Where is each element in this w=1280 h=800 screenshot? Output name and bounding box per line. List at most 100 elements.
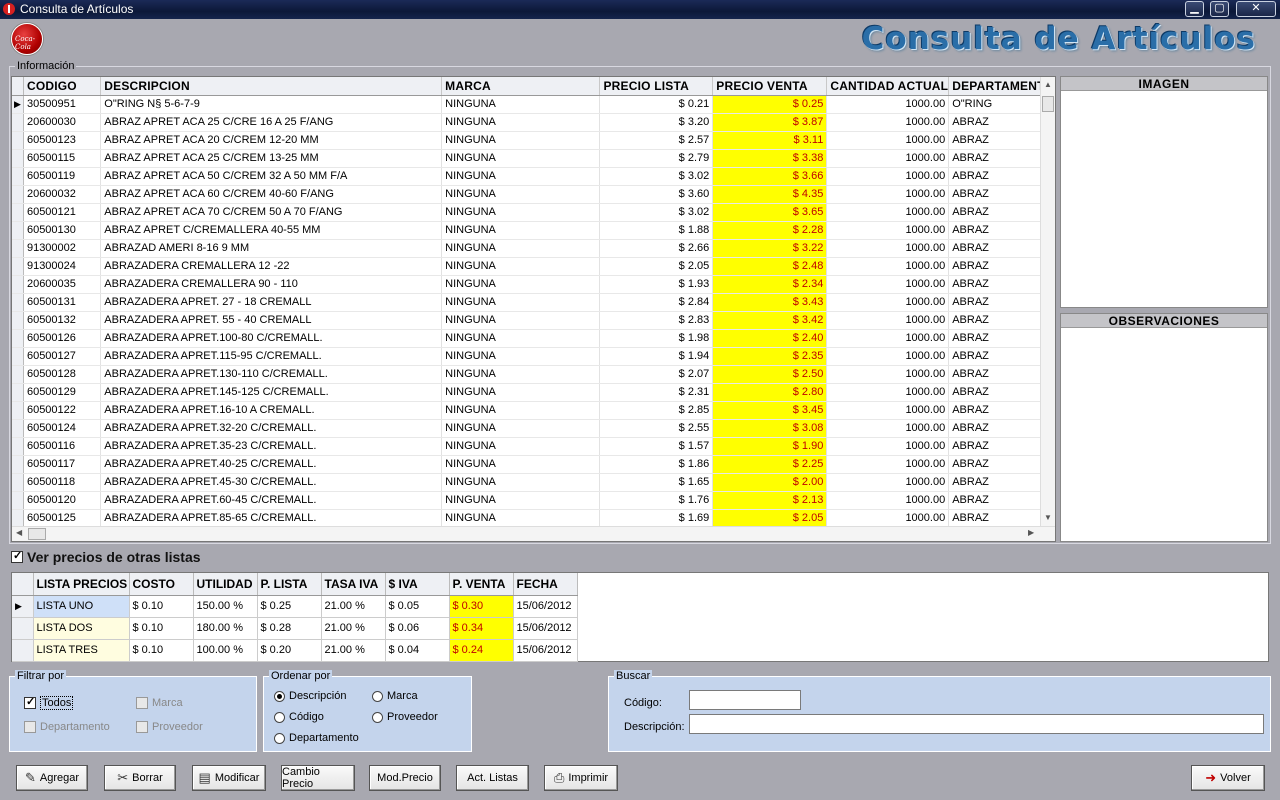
- row-header[interactable]: [12, 639, 34, 662]
- pl-cell[interactable]: 21.00 %: [321, 617, 386, 640]
- price-lists-grid[interactable]: LISTA PRECIOS COSTO UTILIDAD P. LISTA TASA I…: [11, 572, 1269, 662]
- pl-cell[interactable]: $ 0.34: [449, 617, 514, 640]
- cell-departamento[interactable]: ABRAZ: [948, 455, 1055, 474]
- cell-precio-lista[interactable]: $ 1.98: [599, 329, 714, 348]
- cell-departamento[interactable]: ABRAZ: [948, 365, 1055, 384]
- articles-grid[interactable]: CODIGO DESCRIPCION MARCA PRECIO LISTA PRECIO…: [11, 76, 1056, 542]
- cell-departamento[interactable]: ABRAZ: [948, 257, 1055, 276]
- pl-col-header[interactable]: COSTO: [129, 573, 194, 596]
- cell-precio-venta[interactable]: $ 3.43: [712, 293, 828, 312]
- current-row-indicator-icon[interactable]: ▶: [12, 595, 34, 618]
- cell-precio-venta[interactable]: $ 3.87: [712, 113, 828, 132]
- cell-precio-venta[interactable]: $ 2.48: [712, 257, 828, 276]
- table-row[interactable]: 60500125 ABRAZADERA APRET.85-65 C/CREMALL…: [12, 509, 1055, 528]
- table-row[interactable]: 60500118 ABRAZADERA APRET.45-30 C/CREMALL…: [12, 473, 1055, 492]
- pl-col-header[interactable]: UTILIDAD: [193, 573, 258, 596]
- cell-descripcion[interactable]: ABRAZADERA APRET. 55 - 40 CREMALL: [100, 311, 443, 330]
- table-row[interactable]: 20600032 ABRAZ APRET ACA 60 C/CREM 40-60 …: [12, 185, 1055, 204]
- cell-precio-venta[interactable]: $ 2.05: [712, 509, 828, 528]
- table-row[interactable]: ▶ 30500951 O"RING N§ 5-6-7-9 NINGUNA $ 0.21 $…: [12, 95, 1055, 114]
- scroll-down-icon[interactable]: ▼: [1044, 513, 1052, 522]
- cell-descripcion[interactable]: ABRAZADERA APRET. 27 - 18 CREMALL: [100, 293, 443, 312]
- cell-departamento[interactable]: ABRAZ: [948, 473, 1055, 492]
- table-row[interactable]: 60500127 ABRAZADERA APRET.115-95 C/CREMAL…: [12, 347, 1055, 366]
- col-header-codigo[interactable]: CODIGO: [23, 77, 102, 96]
- scroll-left-icon[interactable]: ◀: [16, 528, 22, 537]
- cell-codigo[interactable]: 60500121: [23, 203, 102, 222]
- row-header[interactable]: [12, 311, 24, 330]
- cell-descripcion[interactable]: ABRAZADERA CREMALLERA 12 -22: [100, 257, 443, 276]
- cell-codigo[interactable]: 60500122: [23, 401, 102, 420]
- cell-cantidad-actual[interactable]: 1000.00: [826, 95, 950, 114]
- cell-precio-venta[interactable]: $ 2.25: [712, 455, 828, 474]
- cell-cantidad-actual[interactable]: 1000.00: [826, 473, 950, 492]
- row-header[interactable]: [12, 437, 24, 456]
- pl-cell[interactable]: 15/06/2012: [513, 639, 578, 662]
- cell-descripcion[interactable]: ABRAZADERA APRET.35-23 C/CREMALL.: [100, 437, 443, 456]
- table-row[interactable]: 91300002 ABRAZAD AMERI 8-16 9 MM NINGUNA $ …: [12, 239, 1055, 258]
- table-row[interactable]: 60500122 ABRAZADERA APRET.16-10 A CREMALL…: [12, 401, 1055, 420]
- cell-precio-lista[interactable]: $ 0.21: [599, 95, 714, 114]
- cell-precio-venta[interactable]: $ 3.38: [712, 149, 828, 168]
- cell-marca[interactable]: NINGUNA: [441, 293, 601, 312]
- cell-precio-lista[interactable]: $ 1.86: [599, 455, 714, 474]
- pl-cell[interactable]: LISTA UNO: [33, 595, 130, 618]
- cell-descripcion[interactable]: ABRAZADERA APRET.60-45 C/CREMALL.: [100, 491, 443, 510]
- cell-descripcion[interactable]: ABRAZADERA APRET.85-65 C/CREMALL.: [100, 509, 443, 528]
- table-row[interactable]: 60500124 ABRAZADERA APRET.32-20 C/CREMALL…: [12, 419, 1055, 438]
- cell-departamento[interactable]: ABRAZ: [948, 293, 1055, 312]
- table-row[interactable]: 20600030 ABRAZ APRET ACA 25 C/CRE 16 A 25…: [12, 113, 1055, 132]
- cell-codigo[interactable]: 60500129: [23, 383, 102, 402]
- cell-precio-lista[interactable]: $ 1.76: [599, 491, 714, 510]
- cell-departamento[interactable]: ABRAZ: [948, 383, 1055, 402]
- cell-cantidad-actual[interactable]: 1000.00: [826, 185, 950, 204]
- cell-cantidad-actual[interactable]: 1000.00: [826, 365, 950, 384]
- col-header-descripcion[interactable]: DESCRIPCION: [100, 77, 443, 96]
- pl-cell[interactable]: $ 0.10: [129, 617, 194, 640]
- cell-precio-venta[interactable]: $ 4.35: [712, 185, 828, 204]
- cell-precio-lista[interactable]: $ 2.55: [599, 419, 714, 438]
- cell-departamento[interactable]: ABRAZ: [948, 113, 1055, 132]
- table-row[interactable]: 20600035 ABRAZADERA CREMALLERA 90 - 110 NI…: [12, 275, 1055, 294]
- descripcion-input[interactable]: [689, 714, 1264, 734]
- cell-cantidad-actual[interactable]: 1000.00: [826, 221, 950, 240]
- cell-marca[interactable]: NINGUNA: [441, 113, 601, 132]
- row-header[interactable]: [12, 419, 24, 438]
- row-header[interactable]: [12, 203, 24, 222]
- cell-codigo[interactable]: 60500117: [23, 455, 102, 474]
- cell-codigo[interactable]: 20600035: [23, 275, 102, 294]
- cell-cantidad-actual[interactable]: 1000.00: [826, 419, 950, 438]
- price-list-row[interactable]: LISTA TRES $ 0.10 100.00 % $ 0.20 21.00 % $ 0…: [12, 639, 578, 662]
- cell-cantidad-actual[interactable]: 1000.00: [826, 491, 950, 510]
- cambio-precio-button[interactable]: Cambio Precio: [281, 765, 355, 791]
- cell-precio-venta[interactable]: $ 3.22: [712, 239, 828, 258]
- pl-cell[interactable]: $ 0.28: [257, 617, 322, 640]
- cell-descripcion[interactable]: ABRAZ APRET C/CREMALLERA 40-55 MM: [100, 221, 443, 240]
- table-row[interactable]: 60500131 ABRAZADERA APRET. 27 - 18 CREMAL…: [12, 293, 1055, 312]
- cell-cantidad-actual[interactable]: 1000.00: [826, 455, 950, 474]
- scroll-up-icon[interactable]: ▲: [1044, 80, 1052, 89]
- row-header[interactable]: [12, 455, 24, 474]
- cell-cantidad-actual[interactable]: 1000.00: [826, 167, 950, 186]
- cell-cantidad-actual[interactable]: 1000.00: [826, 509, 950, 528]
- cell-departamento[interactable]: ABRAZ: [948, 185, 1055, 204]
- cell-precio-lista[interactable]: $ 3.60: [599, 185, 714, 204]
- cell-precio-venta[interactable]: $ 2.28: [712, 221, 828, 240]
- grid-vertical-scrollbar[interactable]: ▲ ▼: [1040, 77, 1055, 527]
- cell-marca[interactable]: NINGUNA: [441, 437, 601, 456]
- table-row[interactable]: 60500130 ABRAZ APRET C/CREMALLERA 40-55 M…: [12, 221, 1055, 240]
- cell-precio-venta[interactable]: $ 2.00: [712, 473, 828, 492]
- cell-departamento[interactable]: ABRAZ: [948, 437, 1055, 456]
- pl-col-header[interactable]: P. LISTA: [257, 573, 322, 596]
- cell-marca[interactable]: NINGUNA: [441, 311, 601, 330]
- cell-precio-lista[interactable]: $ 1.88: [599, 221, 714, 240]
- cell-marca[interactable]: NINGUNA: [441, 221, 601, 240]
- cell-departamento[interactable]: ABRAZ: [948, 509, 1055, 528]
- cell-codigo[interactable]: 60500126: [23, 329, 102, 348]
- cell-descripcion[interactable]: ABRAZADERA APRET.16-10 A CREMALL.: [100, 401, 443, 420]
- cell-precio-venta[interactable]: $ 0.25: [712, 95, 828, 114]
- cell-cantidad-actual[interactable]: 1000.00: [826, 311, 950, 330]
- cell-cantidad-actual[interactable]: 1000.00: [826, 239, 950, 258]
- grid-hscroll-thumb[interactable]: [28, 528, 46, 540]
- cell-precio-lista[interactable]: $ 3.02: [599, 203, 714, 222]
